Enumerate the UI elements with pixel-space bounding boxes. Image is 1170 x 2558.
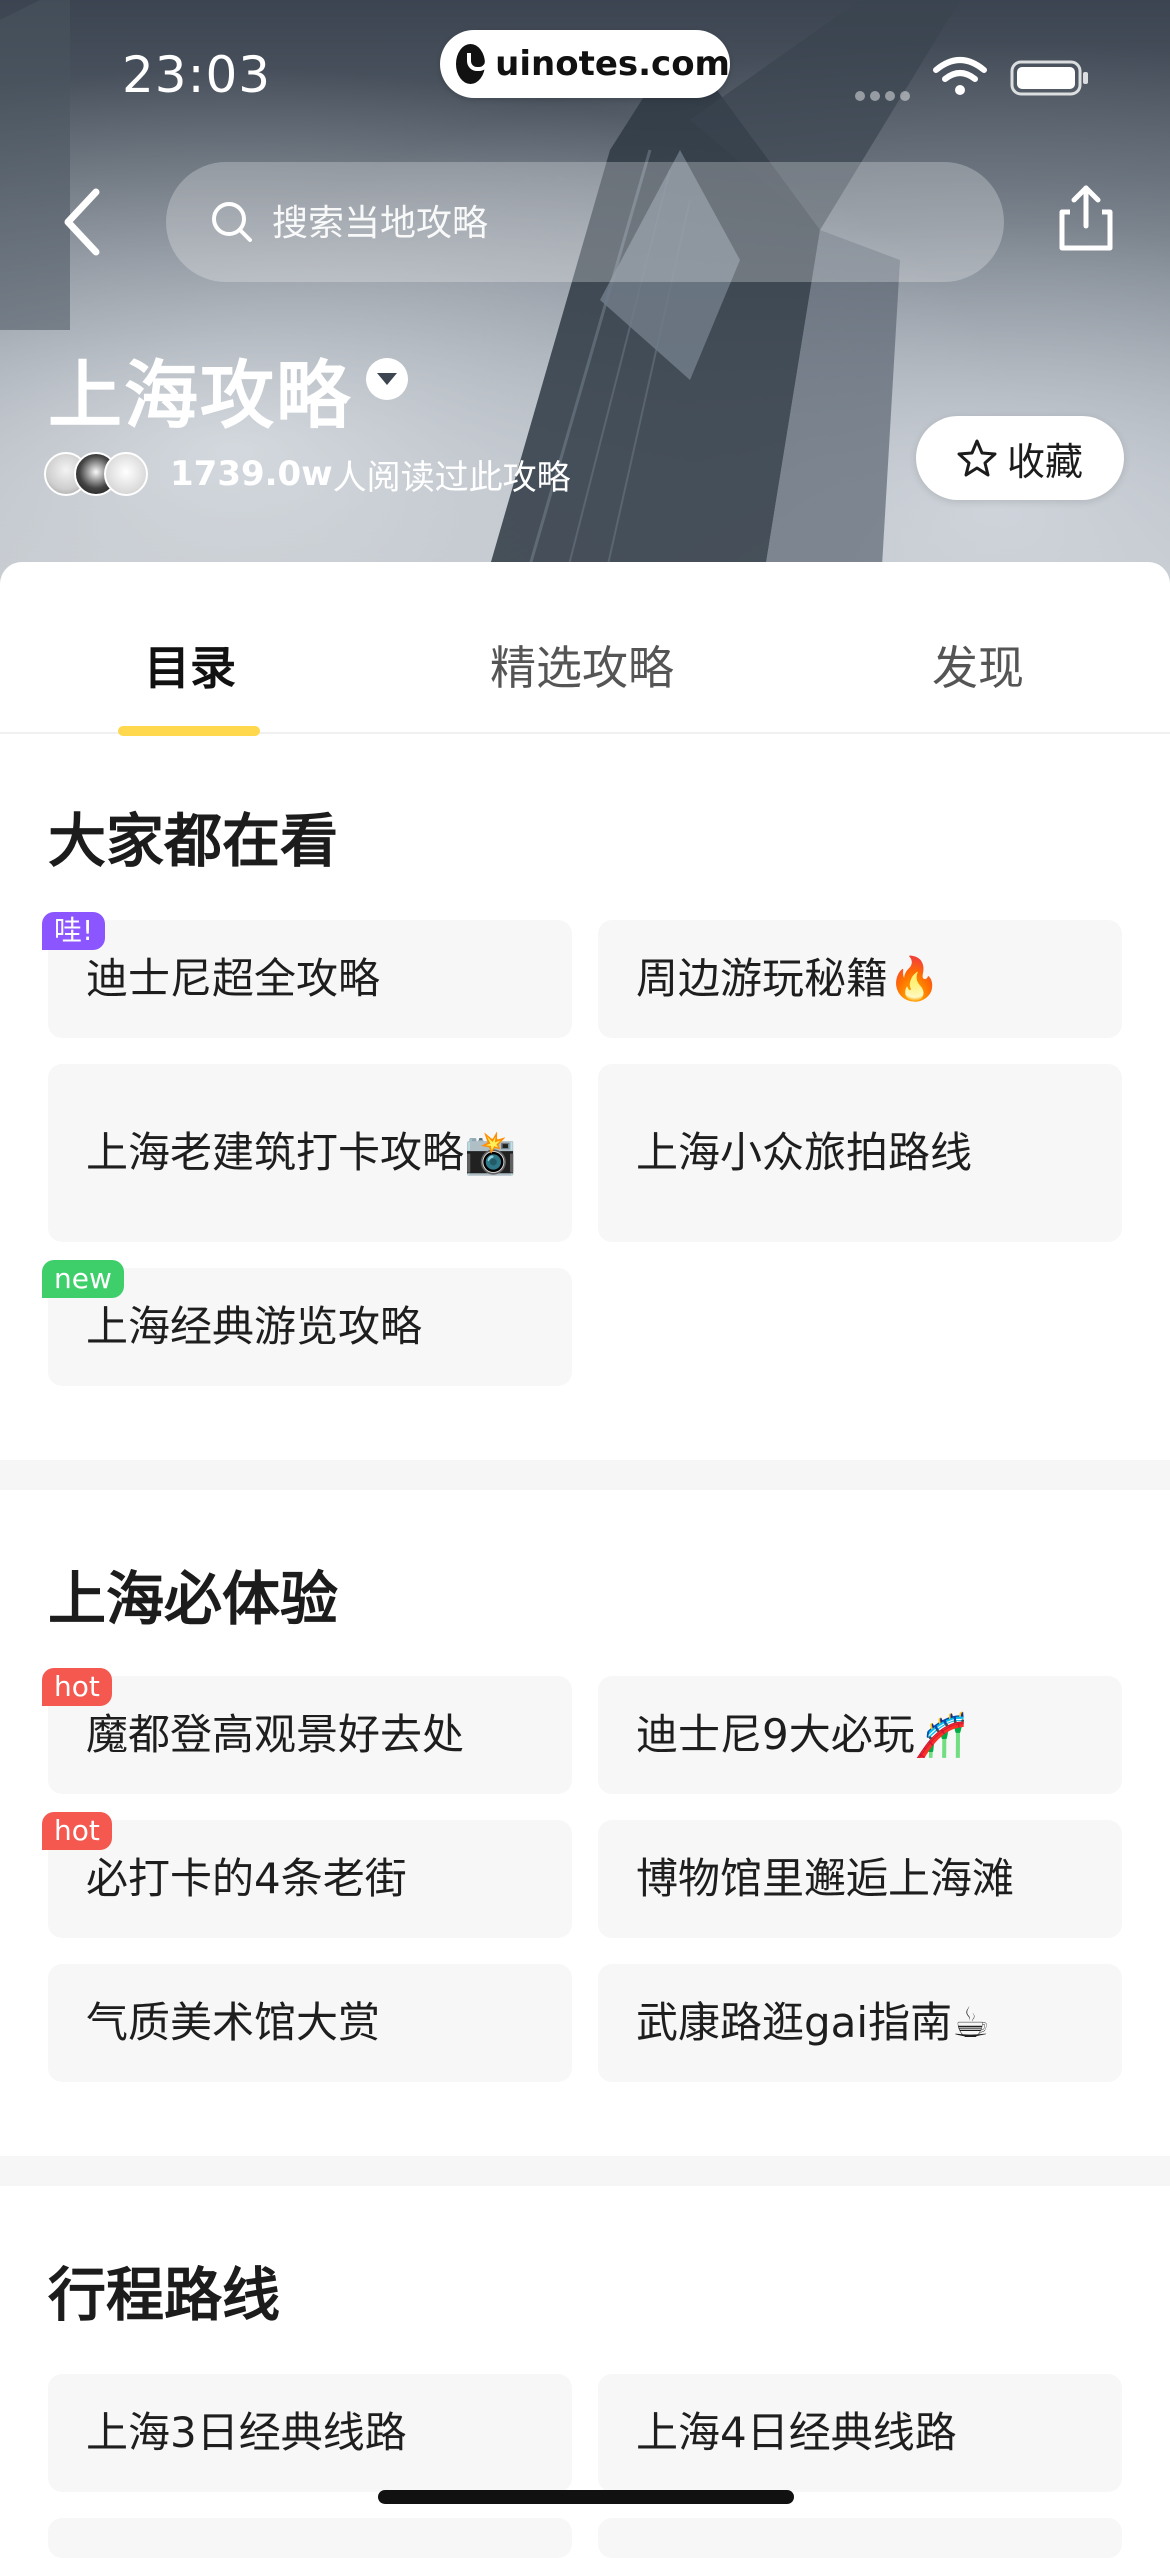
hero-banner: 23:03 uinotes.com 上海攻略 — [0, 0, 1170, 600]
status-badge: 哇! — [42, 912, 106, 950]
url-pill: uinotes.com — [440, 30, 730, 98]
list-item[interactable]: 上海4日经典线路 — [598, 2374, 1122, 2492]
status-bar: 23:03 uinotes.com — [0, 0, 1170, 150]
readers-info: 1739.0w 人阅读过此攻略 — [44, 452, 571, 498]
site-logo-icon — [456, 44, 490, 84]
list-item[interactable]: 上海小众旅拍路线 — [598, 1064, 1122, 1242]
list-item[interactable]: 博物馆里邂逅上海滩 — [598, 1820, 1122, 1938]
star-icon — [957, 439, 997, 477]
section-title: 上海必体验 — [48, 1565, 339, 1633]
list-item[interactable]: 迪士尼9大必玩🎢 — [598, 1676, 1122, 1794]
list-item[interactable]: 武康路逛gai指南☕ — [598, 1964, 1122, 2082]
status-badge: hot — [42, 1668, 112, 1706]
tab-bar: 目录 精选攻略 发现 — [0, 562, 1170, 736]
item-label: 上海小众旅拍路线 — [636, 1128, 973, 1177]
item-label: 上海4日经典线路 — [636, 2408, 957, 2457]
avatar — [104, 452, 148, 496]
status-badge: new — [42, 1260, 124, 1298]
share-icon[interactable] — [1056, 182, 1116, 254]
status-time: 23:03 — [122, 46, 272, 104]
list-item[interactable]: 气质美术馆大赏 — [48, 1964, 572, 2082]
favorite-label: 收藏 — [1006, 439, 1083, 484]
battery-icon — [1010, 60, 1088, 96]
dropdown-icon[interactable] — [366, 358, 408, 400]
item-label: 迪士尼9大必玩🎢 — [636, 1710, 968, 1759]
search-icon — [212, 202, 252, 242]
back-arrow-icon[interactable] — [54, 182, 124, 262]
section-divider — [0, 1460, 1170, 1490]
list-item[interactable]: 周边游玩秘籍🔥 — [598, 920, 1122, 1038]
favorite-button[interactable]: 收藏 — [916, 416, 1124, 500]
item-label: 上海3日经典线路 — [86, 2408, 407, 2457]
cellular-signal-icon — [855, 86, 915, 105]
list-item[interactable]: hot 魔都登高观景好去处 — [42, 1668, 572, 1794]
content-sheet: 目录 精选攻略 发现 大家都在看 哇! 迪士尼超全攻略 周边游玩秘籍🔥 上海老建… — [0, 562, 1170, 2558]
status-badge: hot — [42, 1812, 112, 1850]
item-label: 周边游玩秘籍🔥 — [636, 954, 941, 1003]
item-label: 气质美术馆大赏 — [86, 1998, 381, 2047]
tab-discover[interactable]: 发现 — [932, 632, 1024, 698]
list-item[interactable] — [598, 2518, 1122, 2558]
section-title: 大家都在看 — [48, 807, 339, 875]
item-label: 必打卡的4条老街 — [86, 1854, 407, 1903]
section-title: 行程路线 — [48, 2261, 281, 2329]
page-title: 上海攻略 — [48, 353, 352, 439]
home-indicator — [378, 2490, 794, 2504]
item-label: 魔都登高观景好去处 — [86, 1710, 465, 1759]
search-input[interactable] — [270, 192, 874, 254]
readers-text: 人阅读过此攻略 — [332, 457, 571, 498]
list-item[interactable]: 上海3日经典线路 — [48, 2374, 572, 2492]
section-divider — [0, 2156, 1170, 2186]
tab-catalog[interactable]: 目录 — [144, 632, 236, 698]
item-label: 迪士尼超全攻略 — [86, 954, 381, 1003]
list-item[interactable]: hot 必打卡的4条老街 — [42, 1812, 572, 1938]
list-item[interactable]: new 上海经典游览攻略 — [42, 1260, 572, 1386]
readers-count: 1739.0w — [170, 454, 333, 494]
item-label: 武康路逛gai指南☕ — [636, 1998, 990, 2047]
url-text: uinotes.com — [495, 44, 730, 84]
item-label: 上海经典游览攻略 — [86, 1302, 423, 1351]
list-item[interactable]: 哇! 迪士尼超全攻略 — [42, 912, 572, 1038]
item-label: 上海老建筑打卡攻略📸 — [86, 1128, 517, 1177]
search-bar[interactable] — [166, 162, 1004, 282]
list-item[interactable]: 上海老建筑打卡攻略📸 — [48, 1064, 572, 1242]
tab-active-indicator — [118, 726, 260, 736]
wifi-icon — [933, 57, 987, 95]
tab-featured[interactable]: 精选攻略 — [490, 632, 674, 698]
item-label: 博物馆里邂逅上海滩 — [636, 1854, 1015, 1903]
list-item[interactable] — [48, 2518, 572, 2558]
